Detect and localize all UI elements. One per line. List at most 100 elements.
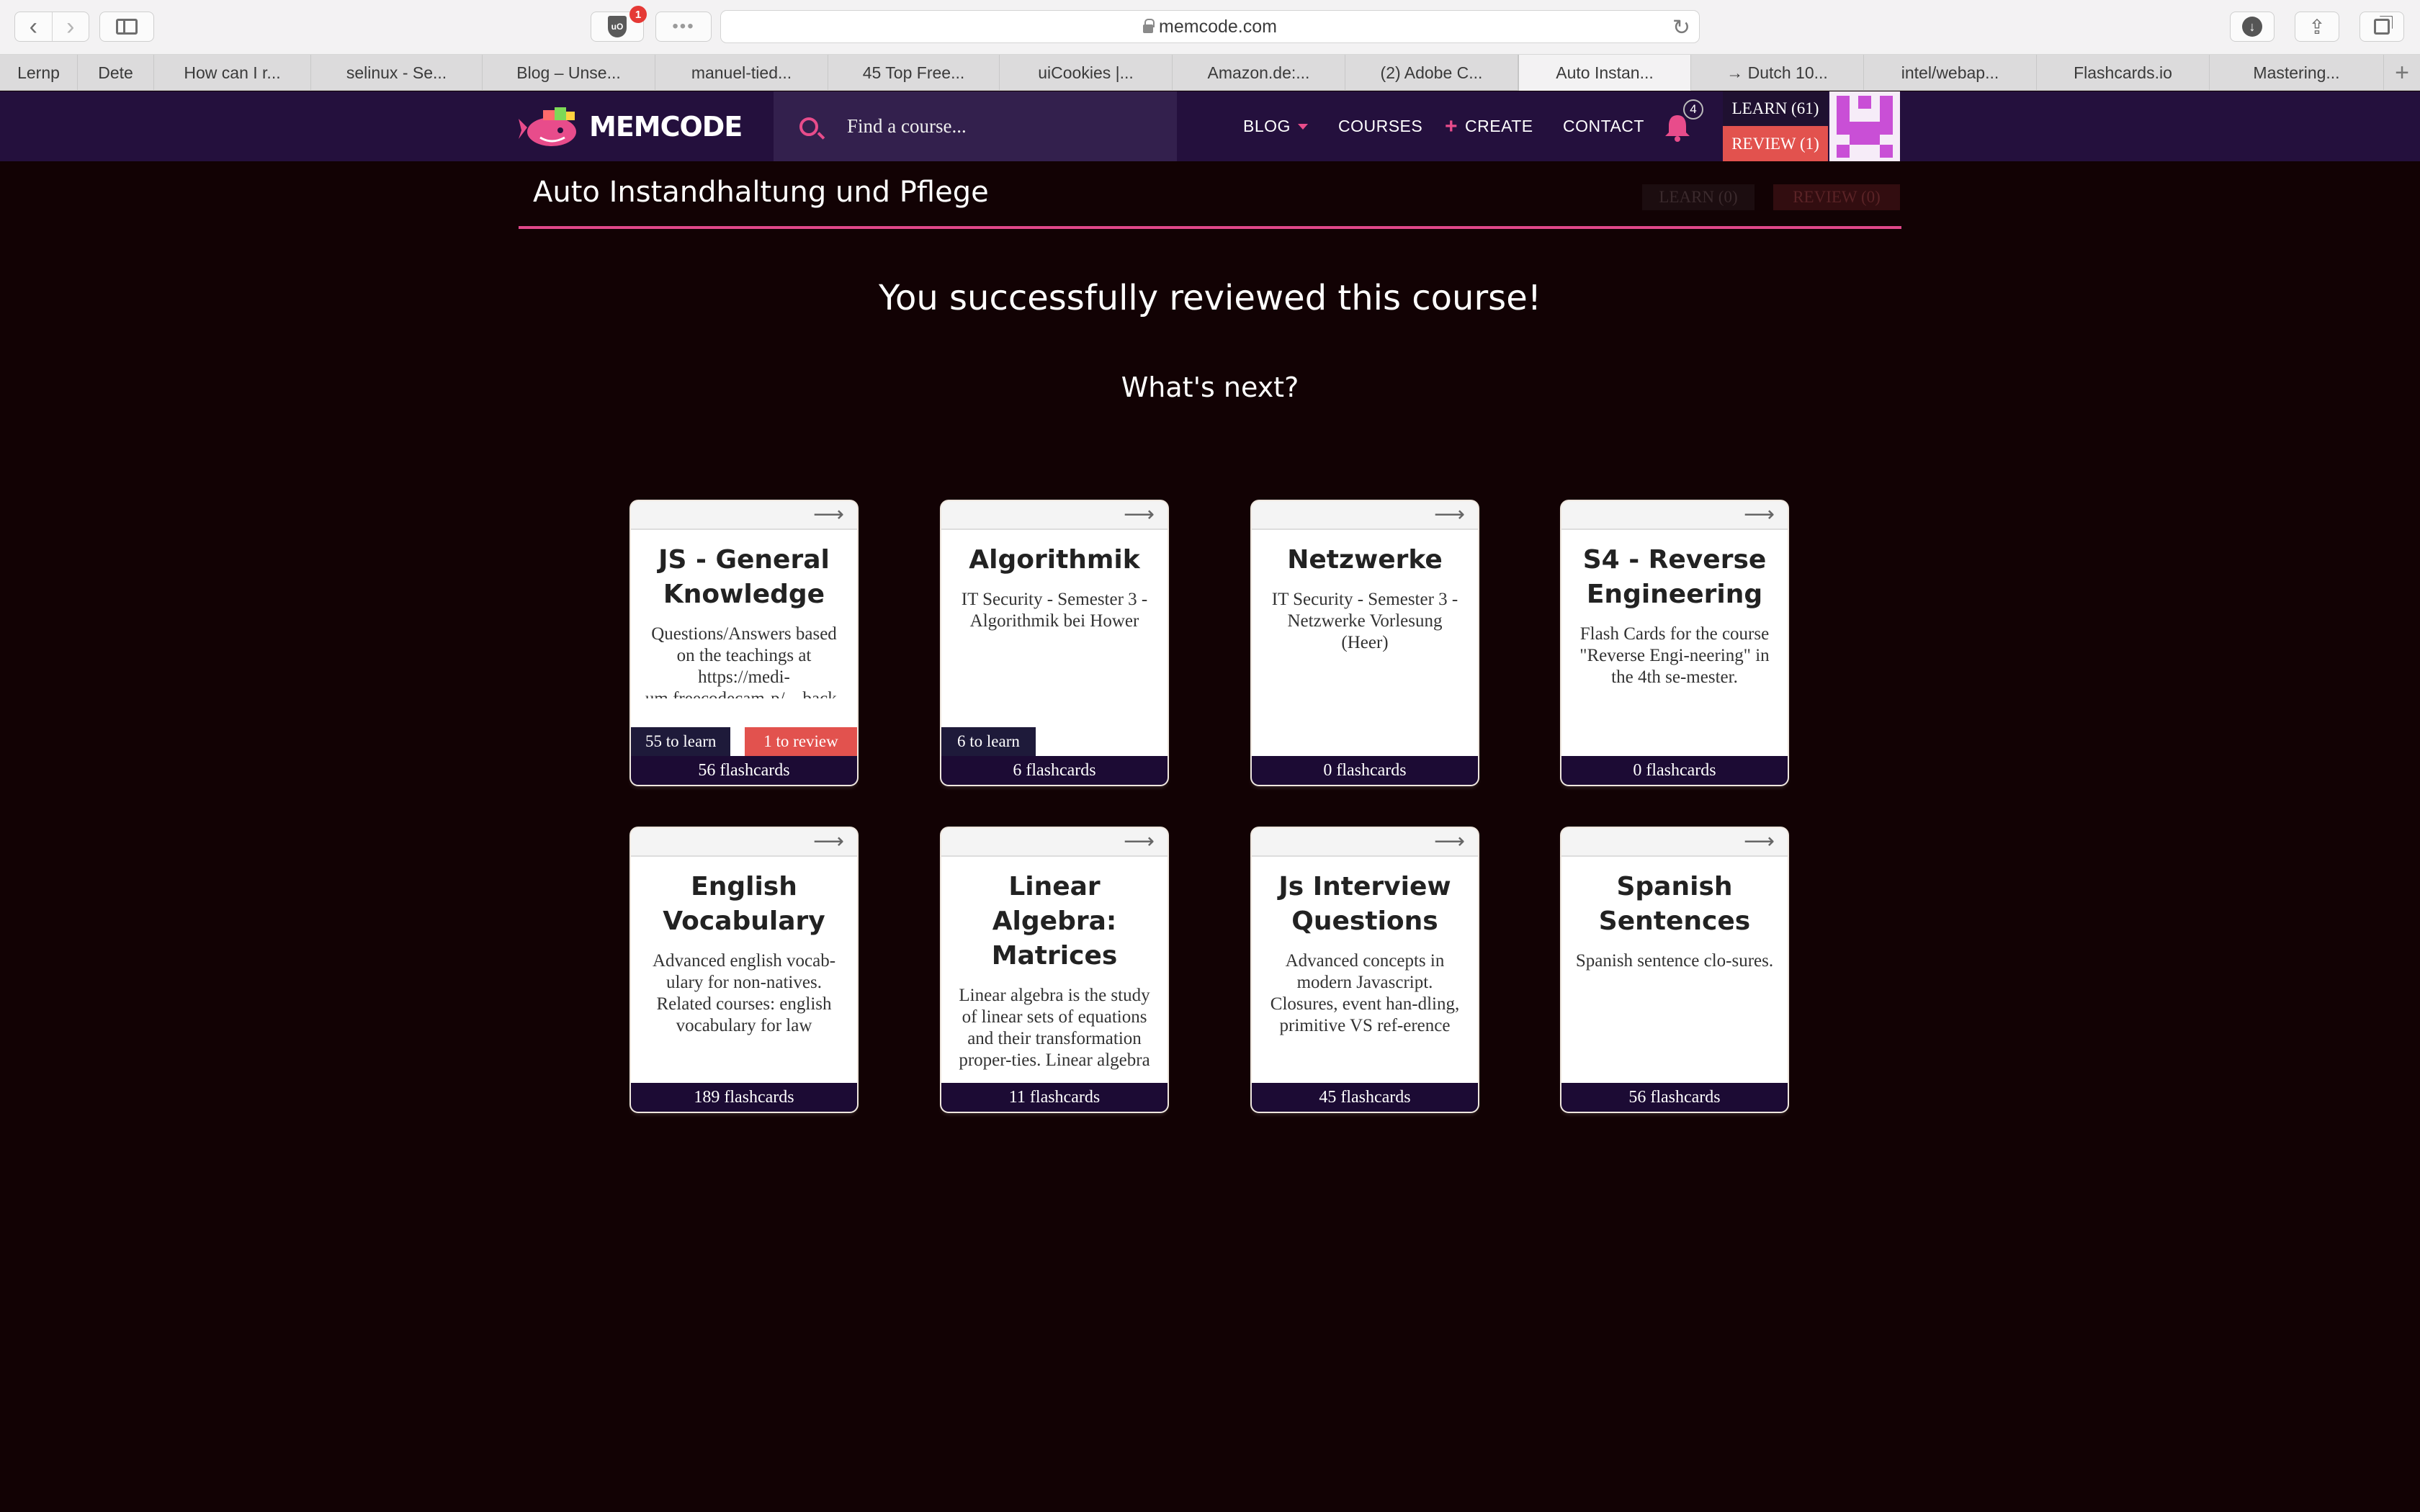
nav-blog-label: BLOG [1243,117,1291,135]
arrow-right-icon: ⟶ [812,829,844,853]
card-title: English Vocabulary [663,872,825,936]
arrow-right-icon: ⟶ [1123,829,1155,853]
browser-tab[interactable]: intel/webap... [1864,55,2037,91]
card-header: ⟶ [1561,501,1788,530]
card-description: Flash Cards for the course "Reverse Engi… [1579,624,1770,687]
flashcard-count: 0 flashcards [1561,756,1788,785]
nav-contact[interactable]: CONTACT [1563,91,1644,161]
tab-bar: Lernp Dete How can I r... selinux - Se..… [0,55,2420,91]
forward-icon[interactable]: › [51,12,89,41]
card-header: ⟶ [631,501,857,530]
course-title: Auto Instandhaltung und Pflege [533,176,989,209]
browser-tab[interactable]: Flashcards.io [2037,55,2210,91]
sidebar-toggle-button[interactable] [99,12,154,42]
course-card[interactable]: ⟶ English Vocabulary Advanced english vo… [631,828,857,1112]
arrow-right-icon: ⟶ [1433,503,1465,526]
success-message: You successfully reviewed this course! [879,278,1541,318]
course-learn-button[interactable]: LEARN (0) [1642,184,1754,210]
browser-tab[interactable]: uiCookies |... [1000,55,1173,91]
nav-create-label: CREATE [1465,117,1533,135]
avatar[interactable] [1829,91,1900,161]
browser-tab[interactable]: Dete [78,55,154,91]
heading-divider [519,226,1901,229]
browser-tab[interactable]: How can I r... [154,55,311,91]
browser-tab[interactable]: manuel-tied... [655,55,828,91]
course-card[interactable]: ⟶ Spanish Sentences Spanish sentence clo… [1561,828,1788,1112]
card-title: Linear Algebra: Matrices [991,872,1118,971]
shield-icon: uO [608,16,627,37]
flashcard-count: 189 flashcards [631,1083,857,1112]
sidebar-icon [116,19,138,35]
card-title: S4 - Reverse Engineering [1582,545,1767,609]
download-icon: ↓ [2242,17,2262,37]
logo-whale-icon [519,107,576,146]
card-header: ⟶ [941,828,1168,857]
plus-icon: + [1445,114,1458,138]
card-description: Advanced concepts in modern Javascript. … [1270,951,1460,1035]
header-learn-button[interactable]: LEARN (61) [1723,91,1828,126]
card-header: ⟶ [1561,828,1788,857]
back-icon[interactable]: ‹ [15,12,52,41]
share-icon[interactable]: ⇪ [2295,12,2339,42]
browser-tab[interactable]: → Dutch 10... [1691,55,1864,91]
new-tab-icon[interactable]: + [2384,55,2420,91]
card-description: IT Security - Semester 3 - Netzwerke Vor… [1271,590,1458,652]
logo-text: MEMCODE [589,111,743,143]
logo[interactable]: MEMCODE [519,103,743,150]
arrow-right-icon: ⟶ [1743,503,1775,526]
to-learn-badge: 55 to learn [631,727,731,756]
card-header: ⟶ [1252,828,1478,857]
whats-next-heading: What's next? [1121,372,1299,403]
course-card[interactable]: ⟶ Js Interview Questions Advanced concep… [1252,828,1478,1112]
downloads-button[interactable]: ↓ [2230,12,2275,42]
search-input[interactable]: Find a course... [774,91,1177,161]
course-card[interactable]: ⟶ S4 - Reverse Engineering Flash Cards f… [1561,501,1788,785]
nav-courses[interactable]: COURSES [1338,91,1422,161]
tabs-icon [2374,19,2390,35]
browser-tab[interactable]: 45 Top Free... [828,55,1000,91]
course-card[interactable]: ⟶ Netzwerke IT Security - Semester 3 - N… [1252,501,1478,785]
card-description: Spanish sentence clo-sures. [1575,951,1774,971]
browser-tab[interactable]: Amazon.de:... [1173,55,1345,91]
nav-blog[interactable]: BLOG [1243,91,1308,161]
course-card[interactable]: ⟶ Algorithmik IT Security - Semester 3 -… [941,501,1168,785]
card-header: ⟶ [1252,501,1478,530]
arrow-right-icon: ⟶ [1743,829,1775,853]
address-bar[interactable]: memcode.com ↻ [720,10,1700,43]
more-icon[interactable]: ••• [655,12,712,42]
card-title: Spanish Sentences [1598,872,1751,936]
chevron-down-icon [1297,123,1308,130]
search-icon [799,117,818,136]
arrow-right-icon: ⟶ [812,503,844,526]
card-header: ⟶ [631,828,857,857]
card-description: IT Security - Semester 3 - Algorithmik b… [961,590,1148,631]
browser-tab[interactable]: (2) Adobe C... [1345,55,1518,91]
card-title: JS - General Knowledge [658,545,830,609]
header-review-button[interactable]: REVIEW (1) [1723,126,1828,161]
extension-badge: 1 [629,6,647,23]
to-review-badge: 1 to review [745,727,857,756]
course-card[interactable]: ⟶ Linear Algebra: Matrices Linear algebr… [941,828,1168,1112]
tab-overview-button[interactable] [2360,12,2404,42]
flashcard-count: 56 flashcards [631,756,857,785]
to-learn-badge: 6 to learn [941,727,1036,756]
browser-tab[interactable]: Blog – Unse... [483,55,655,91]
flashcard-count: 11 flashcards [941,1083,1168,1112]
nav-create[interactable]: + CREATE [1445,91,1533,161]
card-title: Netzwerke [1287,545,1443,575]
search-placeholder: Find a course... [847,115,967,137]
card-title: Algorithmik [969,545,1140,575]
browser-tab[interactable]: Mastering... [2210,55,2384,91]
flashcard-count: 45 flashcards [1252,1083,1478,1112]
browser-tab[interactable]: Lernp [0,55,78,91]
flashcard-count: 6 flashcards [941,756,1168,785]
course-card[interactable]: ⟶ JS - General Knowledge Questions/Answe… [631,501,857,785]
arrow-right-icon: ⟶ [1123,503,1155,526]
arrow-right-icon: ⟶ [1433,829,1465,853]
card-title: Js Interview Questions [1278,872,1451,936]
browser-tab[interactable]: selinux - Se... [311,55,483,91]
reload-icon[interactable]: ↻ [1672,15,1690,40]
card-description: Advanced english vocab-ulary for non-nat… [652,951,836,1035]
browser-tab-active[interactable]: Auto Instan... [1518,55,1691,91]
course-review-button[interactable]: REVIEW (0) [1773,184,1900,210]
